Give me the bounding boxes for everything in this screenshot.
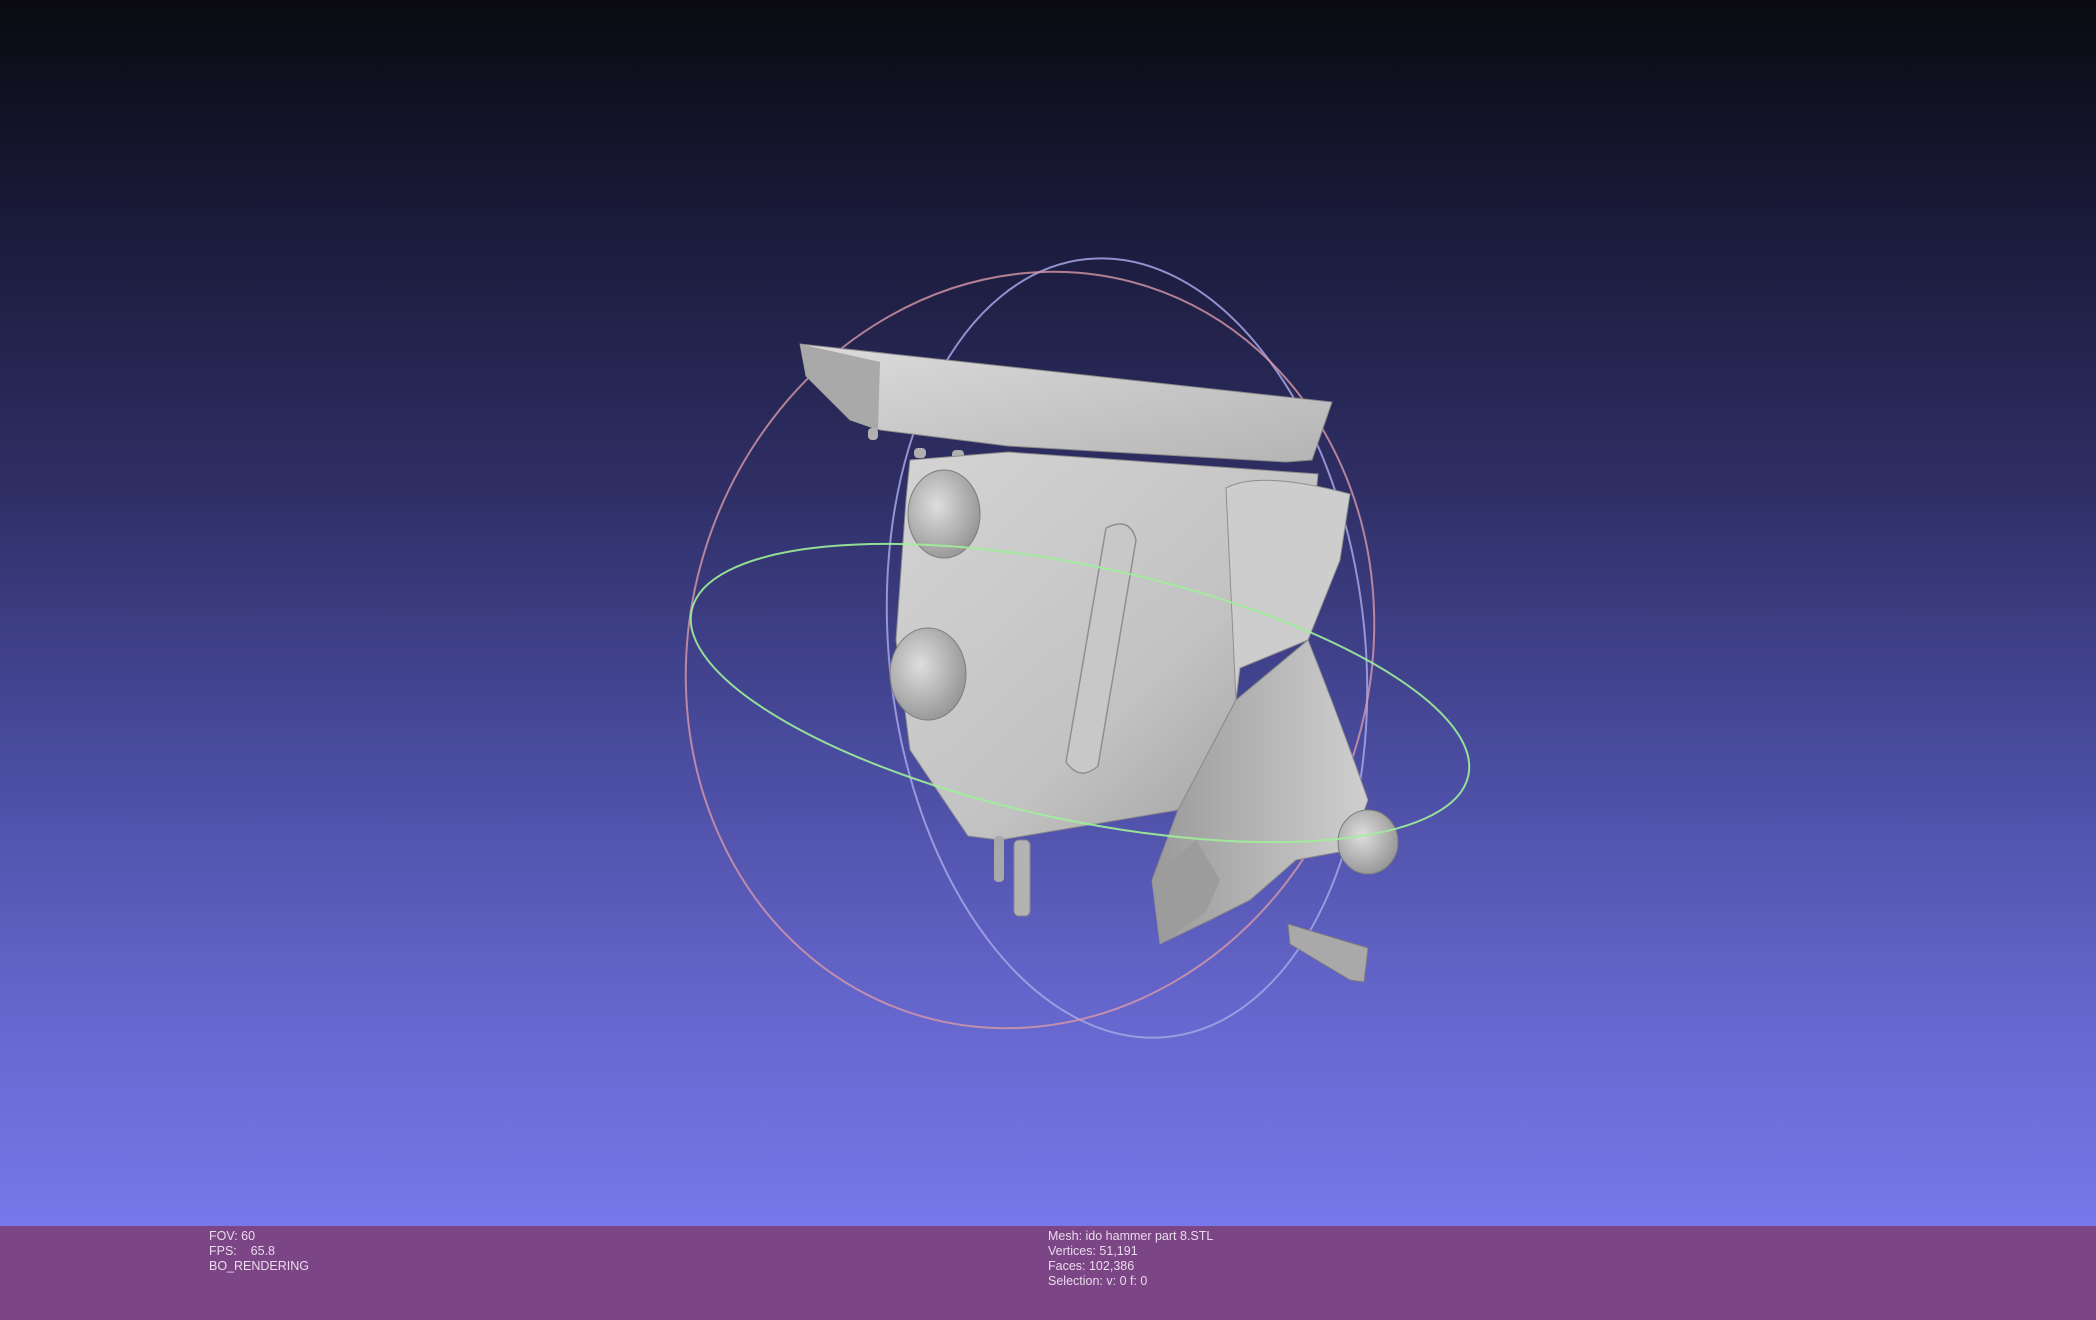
selection-readout: Selection: v: 0 f: 0 bbox=[1048, 1274, 1148, 1288]
3d-viewport[interactable] bbox=[0, 0, 2096, 1226]
render-info: FOV: 60 FPS: 65.8 BO_RENDERING bbox=[209, 1229, 309, 1274]
mesh-info: Mesh: ido hammer part 8.STL Vertices: 51… bbox=[1048, 1229, 1213, 1289]
fps-readout: FPS: 65.8 bbox=[209, 1244, 276, 1258]
mesh-name-readout: Mesh: ido hammer part 8.STL bbox=[1048, 1229, 1214, 1243]
status-info-bar: FOV: 60 FPS: 65.8 BO_RENDERING Mesh: ido… bbox=[0, 1226, 2096, 1320]
render-mode-readout: BO_RENDERING bbox=[209, 1259, 310, 1273]
scene-canvas[interactable] bbox=[0, 0, 2096, 1226]
fov-readout: FOV: 60 bbox=[209, 1229, 256, 1243]
faces-readout: Faces: 102,386 bbox=[1048, 1259, 1135, 1273]
vertices-readout: Vertices: 51,191 bbox=[1048, 1244, 1138, 1258]
